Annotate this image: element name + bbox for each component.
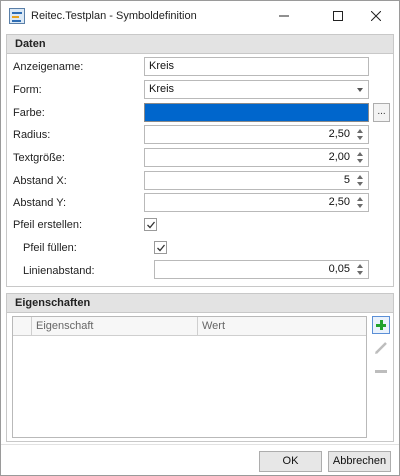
radius-value: 2,50 bbox=[328, 128, 350, 140]
anzeigename-value: Kreis bbox=[149, 60, 175, 72]
dialog-window: Reitec.Testplan - Symboldefinition Daten… bbox=[0, 0, 400, 476]
daten-header: Daten bbox=[7, 35, 393, 54]
edit-row-button[interactable] bbox=[372, 339, 390, 357]
chevron-down-icon bbox=[357, 88, 363, 92]
checkmark-icon bbox=[157, 244, 166, 252]
spin-buttons-icon[interactable] bbox=[356, 128, 365, 141]
window-title: Reitec.Testplan - Symboldefinition bbox=[31, 10, 197, 22]
grid-header: Eigenschaft Wert bbox=[13, 317, 366, 336]
form-dropdown[interactable]: Kreis bbox=[144, 80, 369, 99]
minimize-button[interactable] bbox=[261, 1, 307, 30]
column-header-wert[interactable]: Wert bbox=[198, 317, 366, 335]
close-icon bbox=[371, 10, 381, 21]
pfeil-fuellen-label: Pfeil füllen: bbox=[23, 242, 77, 254]
eigenschaften-group: Eigenschaften Eigenschaft Wert bbox=[6, 293, 394, 442]
pencil-icon bbox=[375, 342, 387, 354]
row-indicator-header bbox=[13, 317, 32, 335]
remove-row-button[interactable] bbox=[372, 362, 390, 380]
textgroesse-label: Textgröße: bbox=[13, 152, 65, 164]
anzeigename-label: Anzeigename: bbox=[13, 61, 84, 73]
minus-icon bbox=[375, 370, 387, 373]
ok-button[interactable]: OK bbox=[259, 451, 322, 472]
radius-spinner[interactable]: 2,50 bbox=[144, 125, 369, 144]
app-icon bbox=[9, 8, 25, 24]
anzeigename-input[interactable]: Kreis bbox=[144, 57, 369, 76]
maximize-icon bbox=[333, 10, 343, 21]
pfeil-fuellen-checkbox[interactable] bbox=[154, 241, 167, 254]
dialog-footer: OK Abbrechen bbox=[1, 444, 399, 475]
add-row-button[interactable] bbox=[372, 316, 390, 334]
abstand-x-spinner[interactable]: 5 bbox=[144, 171, 369, 190]
minimize-icon bbox=[279, 15, 289, 16]
farbe-color-swatch[interactable] bbox=[144, 103, 369, 122]
checkmark-icon bbox=[147, 221, 156, 229]
title-bar: Reitec.Testplan - Symboldefinition bbox=[1, 1, 399, 30]
abstand-y-label: Abstand Y: bbox=[13, 197, 67, 209]
spin-buttons-icon[interactable] bbox=[356, 196, 365, 209]
textgroesse-spinner[interactable]: 2,00 bbox=[144, 148, 369, 167]
form-value: Kreis bbox=[149, 83, 175, 95]
linienabstand-spinner[interactable]: 0,05 bbox=[154, 260, 369, 279]
eigenschaften-header: Eigenschaften bbox=[7, 294, 393, 313]
textgroesse-value: 2,00 bbox=[328, 151, 350, 163]
abstand-x-value: 5 bbox=[343, 174, 350, 186]
abstand-x-label: Abstand X: bbox=[13, 175, 67, 187]
farbe-label: Farbe: bbox=[13, 107, 45, 119]
column-header-eigenschaft[interactable]: Eigenschaft bbox=[32, 317, 198, 335]
radius-label: Radius: bbox=[13, 129, 51, 141]
pfeil-erstellen-label: Pfeil erstellen: bbox=[13, 219, 83, 231]
pfeil-erstellen-checkbox[interactable] bbox=[144, 218, 157, 231]
farbe-picker-button[interactable]: ... bbox=[373, 103, 390, 122]
abstand-y-spinner[interactable]: 2,50 bbox=[144, 193, 369, 212]
linienabstand-value: 0,05 bbox=[328, 263, 350, 275]
eigenschaften-grid[interactable]: Eigenschaft Wert bbox=[12, 316, 367, 438]
close-button[interactable] bbox=[353, 1, 399, 30]
daten-group: Daten Anzeigename: Kreis Form: Kreis Far… bbox=[6, 34, 394, 287]
cancel-button[interactable]: Abbrechen bbox=[328, 451, 391, 472]
spin-buttons-icon[interactable] bbox=[356, 263, 365, 276]
spin-buttons-icon[interactable] bbox=[356, 151, 365, 164]
linienabstand-label: Linienabstand: bbox=[23, 265, 95, 277]
spin-buttons-icon[interactable] bbox=[356, 174, 365, 187]
abstand-y-value: 2,50 bbox=[328, 196, 350, 208]
form-label: Form: bbox=[13, 84, 42, 96]
